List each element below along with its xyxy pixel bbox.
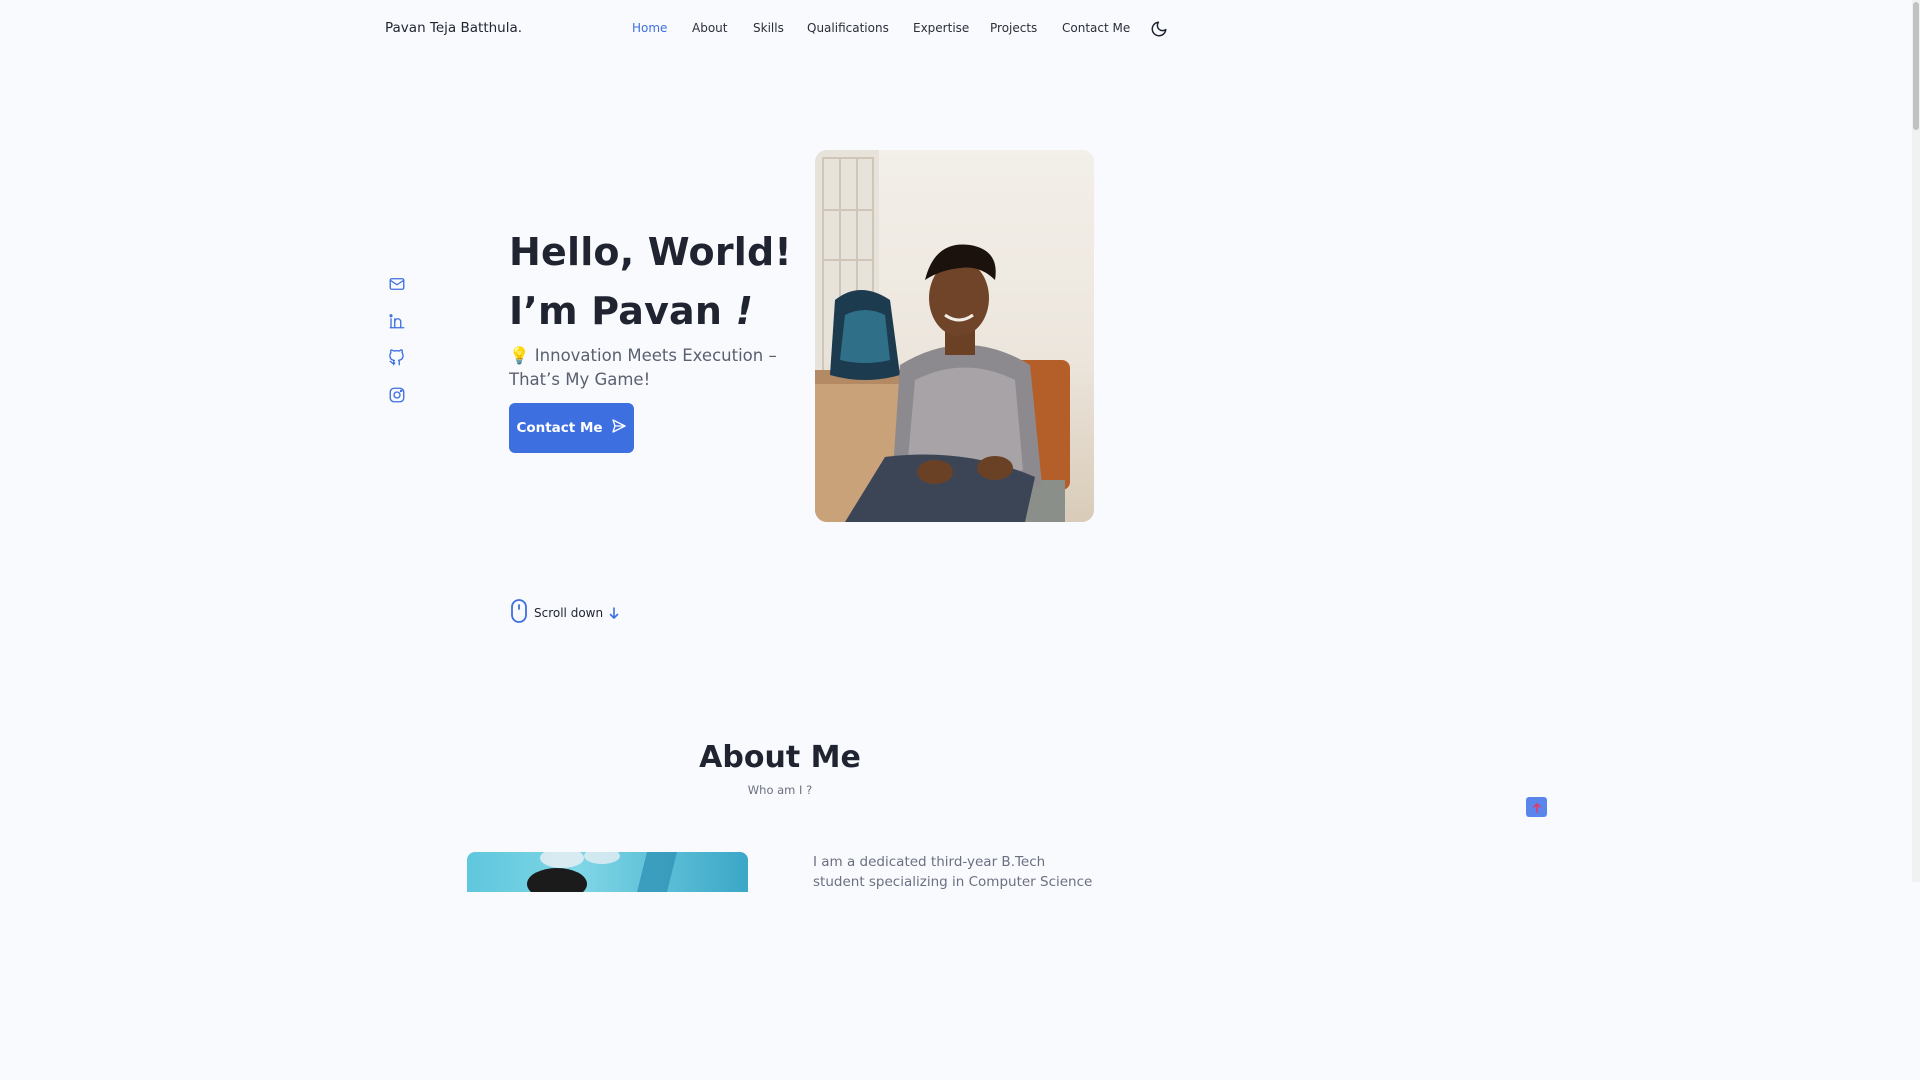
hero-title-line2: I’m Pavan ! xyxy=(509,289,753,333)
nav-projects[interactable]: Projects xyxy=(990,21,1037,35)
nav-contact[interactable]: Contact Me xyxy=(1062,21,1130,35)
nav-expertise[interactable]: Expertise xyxy=(913,21,969,35)
main-nav: Home About Skills Qualifications Experti… xyxy=(0,21,1560,39)
hero-title-line1: Hello, World! xyxy=(509,230,792,274)
linkedin-icon[interactable] xyxy=(388,312,406,330)
nav-about[interactable]: About xyxy=(692,21,727,35)
hero-subtitle: 💡 Innovation Meets Execution – That’s My… xyxy=(509,346,777,389)
instagram-icon[interactable] xyxy=(388,386,406,404)
hero-exclaim: ! xyxy=(735,289,754,333)
nav-qualifications[interactable]: Qualifications xyxy=(807,21,889,35)
scroll-down-label: Scroll down xyxy=(534,606,604,620)
about-title: About Me xyxy=(699,740,861,775)
hero-name: I’m Pavan xyxy=(509,289,736,333)
moon-icon[interactable] xyxy=(1150,20,1168,38)
profile-photo xyxy=(815,150,1094,522)
back-to-top-button[interactable] xyxy=(1526,797,1547,817)
about-image xyxy=(467,852,748,892)
contact-me-button[interactable]: Contact Me xyxy=(509,403,634,453)
mail-icon[interactable] xyxy=(388,275,406,293)
about-subtitle: Who am I ? xyxy=(747,783,813,797)
nav-home[interactable]: Home xyxy=(632,21,667,35)
arrow-up-icon xyxy=(1532,798,1542,817)
site-header: Pavan Teja Batthula. Home About Skills Q… xyxy=(0,0,1560,60)
arrow-down-icon xyxy=(609,604,619,623)
contact-me-label: Contact Me xyxy=(516,420,603,436)
about-text: I am a dedicated third-year B.Tech stude… xyxy=(813,854,1093,890)
send-icon xyxy=(611,418,627,438)
scrollbar-thumb[interactable] xyxy=(1913,2,1919,130)
nav-skills[interactable]: Skills xyxy=(753,21,784,35)
mouse-icon xyxy=(510,599,528,627)
github-icon[interactable] xyxy=(388,349,406,367)
page-scrollbar[interactable] xyxy=(1912,0,1920,882)
scroll-down-link[interactable]: Scroll down xyxy=(510,599,619,627)
